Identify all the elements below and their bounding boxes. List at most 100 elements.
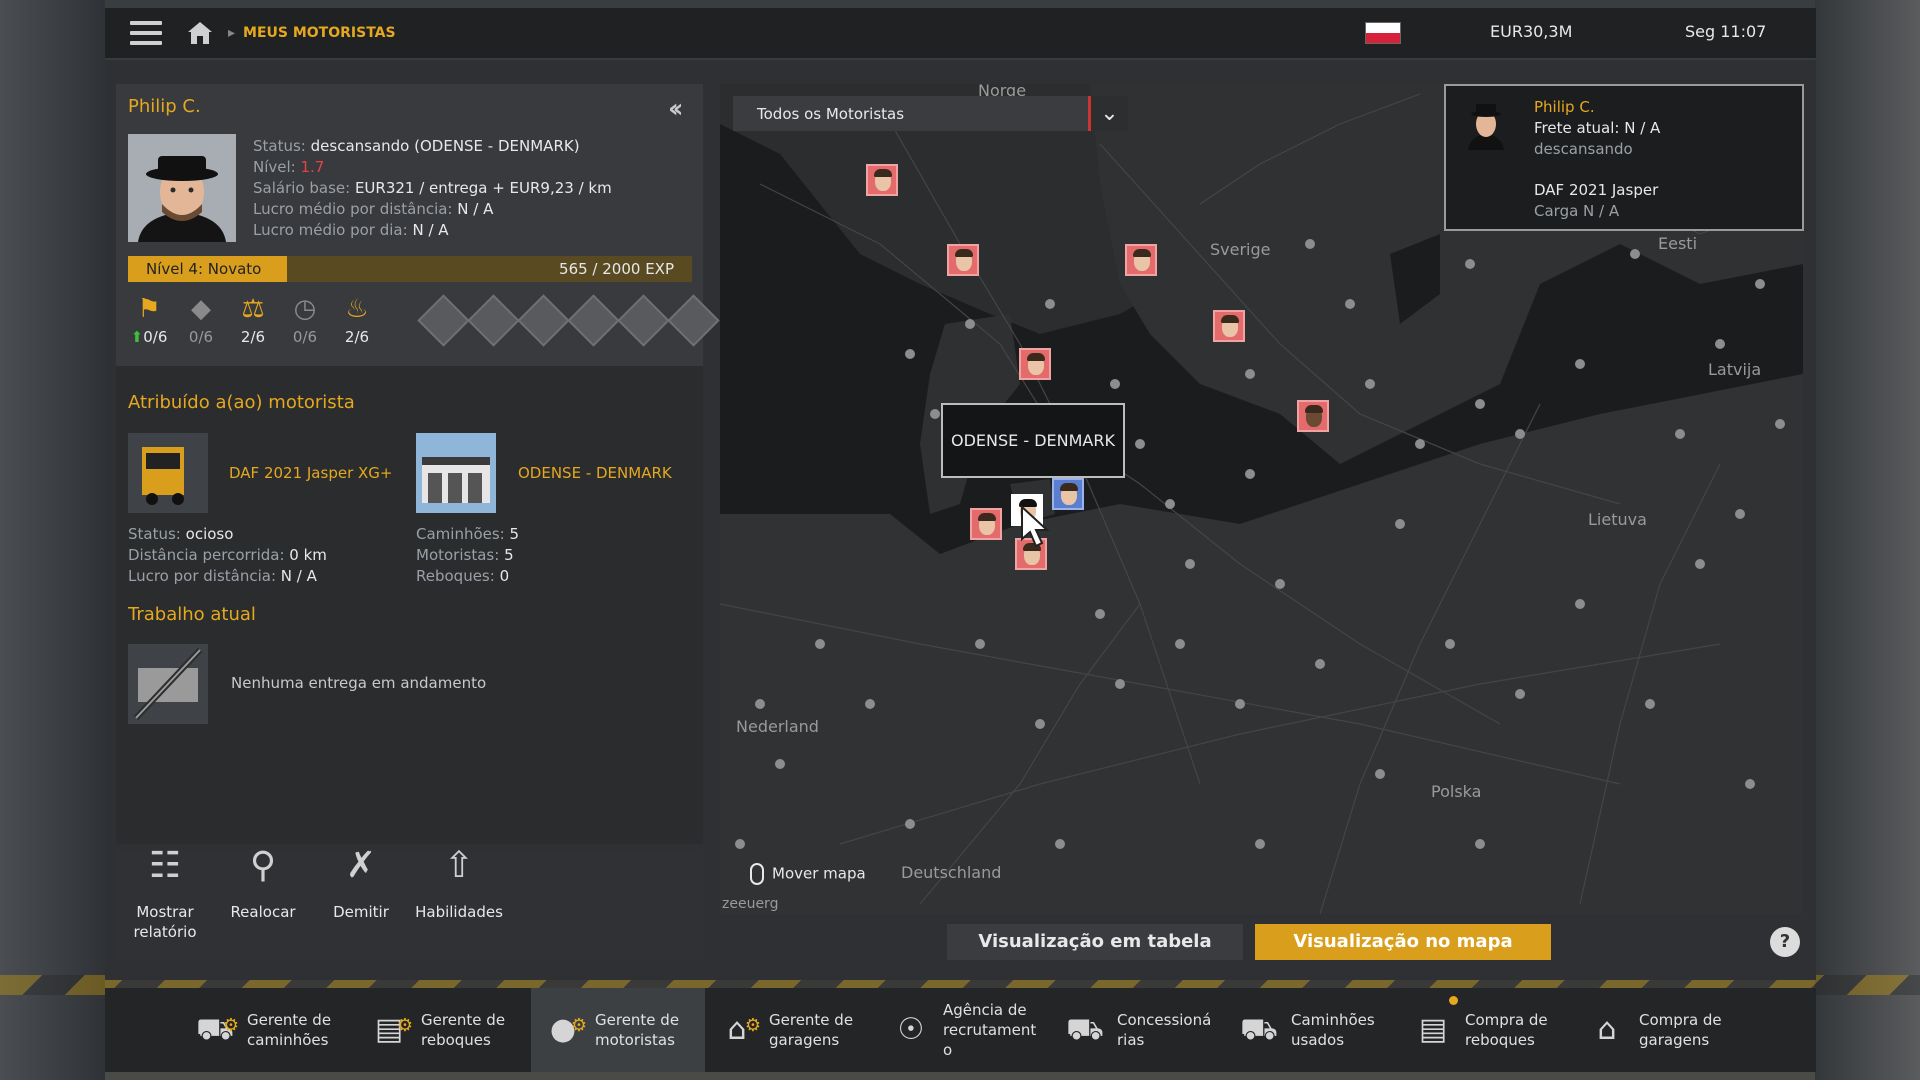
top-bar: ▸ MEUS MOTORISTAS EUR30,3M Seg 11:07 — [105, 8, 1816, 58]
fire-button[interactable]: ✗ Demitir — [312, 845, 410, 960]
badge-icon[interactable] — [617, 294, 670, 347]
mouse-cursor-icon — [1020, 504, 1054, 553]
badge-icon[interactable] — [667, 294, 720, 347]
breadcrumb-chevron-icon: ▸ — [228, 25, 236, 41]
collapse-panel-icon[interactable]: ‹‹ — [668, 94, 684, 124]
nav-driver-manager[interactable]: ● ⚙ Gerente de motoristas — [531, 988, 705, 1072]
nav-label: Compra de — [1465, 1011, 1548, 1029]
level-bar-label: Nível 4: Novato — [146, 260, 262, 278]
nav-garage-manager[interactable]: ⌂ ⚙ Gerente de garagens — [705, 988, 879, 1072]
exp-text: 565 / 2000 EXP — [559, 260, 674, 278]
driver-map-pin[interactable] — [1052, 478, 1084, 510]
truck-status-value: ocioso — [185, 525, 234, 543]
game-clock: Seg 11:07 — [1685, 22, 1767, 41]
valuable-cargo-skill-icon: ⚖ — [241, 294, 265, 324]
garage-thumbnail[interactable] — [416, 433, 496, 513]
assigned-garage-link[interactable]: ODENSE - DENMARK — [518, 464, 672, 482]
truck-profit-value: N / A — [280, 567, 317, 585]
status-label: Status: — [253, 137, 306, 155]
info-card-avatar — [1464, 98, 1508, 150]
avg-day-profit-value: N / A — [412, 221, 449, 239]
background-right — [1815, 0, 1920, 1080]
nav-label: motoristas — [595, 1031, 675, 1049]
driver-map-pin[interactable] — [1297, 400, 1329, 432]
nav-dealerships[interactable]: ⛟ Concessioná rias — [1053, 988, 1227, 1072]
driver-map-pin[interactable] — [866, 164, 898, 196]
garage-trailers-value: 0 — [499, 567, 510, 585]
nav-label: Caminhões — [1291, 1011, 1375, 1029]
map-view-button[interactable]: Visualização no mapa — [1255, 924, 1551, 960]
skill-urgent[interactable]: ◷ 0/6 — [284, 294, 326, 346]
relocate-button[interactable]: ⚲ Realocar — [214, 848, 312, 960]
skill-valuable[interactable]: ⚖ 2/6 — [232, 294, 274, 346]
nav-label: Gerente de — [595, 1011, 680, 1029]
nav-truck-manager[interactable]: ⛟ ⚙ Gerente de caminhões — [183, 988, 357, 1072]
skill-fuel[interactable]: ♨ 2/6 — [336, 294, 378, 346]
no-job-text: Nenhuma entrega em andamento — [231, 674, 487, 692]
driver-map-pin[interactable] — [970, 508, 1002, 540]
help-icon[interactable]: ? — [1770, 927, 1800, 957]
driver-actions: ☷ Mostrar relatório ⚲ Realocar ✗ Demitir ⇧ H… — [116, 845, 703, 960]
home-icon[interactable] — [186, 20, 214, 46]
badge-icon[interactable] — [467, 294, 520, 347]
driver-header: Philip C. ‹‹ Status: descansando (ODENSE… — [116, 84, 720, 366]
garage-manager-icon: ⌂ ⚙ — [727, 1012, 761, 1047]
skill-hazardous[interactable]: ◆ 0/6 — [180, 294, 222, 346]
country-label-sverige: Sverige — [1210, 240, 1271, 259]
skill-distance[interactable]: ⚑ ⬆0/6 — [128, 294, 170, 346]
nav-label: garagens — [769, 1031, 840, 1049]
garage-trucks-label: Caminhões: — [416, 525, 505, 543]
badge-icon[interactable] — [417, 294, 470, 347]
driver-map-pin[interactable] — [1213, 310, 1245, 342]
driver-map-pin[interactable] — [1019, 348, 1051, 380]
driver-detail-panel: Philip C. ‹‹ Status: descansando (ODENSE… — [116, 84, 720, 844]
avg-distance-profit-value: N / A — [457, 200, 494, 218]
salary-label: Salário base: — [253, 179, 351, 197]
garage-drivers-value: 5 — [504, 546, 514, 564]
action-label: Habilidades — [415, 903, 503, 921]
nav-label: Gerente de — [421, 1011, 506, 1029]
garage-stats: Caminhões: 5 Motoristas: 5 Reboques: 0 — [416, 524, 519, 587]
nav-recruitment-agency[interactable]: ☉ Agência de recrutament o — [879, 988, 1053, 1072]
trailer-manager-icon: ▤ ⚙ — [374, 1012, 413, 1047]
skill-value: 0/6 — [143, 328, 168, 346]
nav-label: Concessioná — [1117, 1011, 1212, 1029]
country-label-deutschland: Deutschland — [901, 863, 1002, 882]
info-card-name: Philip C. — [1534, 98, 1595, 116]
recruitment-agency-icon: ☉ — [897, 1012, 925, 1047]
table-view-button[interactable]: Visualização em tabela — [947, 924, 1243, 960]
info-card-cargo: Carga N / A — [1534, 202, 1620, 220]
show-report-button[interactable]: ☷ Mostrar relatório — [116, 848, 214, 960]
nav-buy-trailers[interactable]: ▤ Compra de reboques — [1401, 988, 1575, 1072]
nav-label: recrutament — [943, 1021, 1037, 1039]
country-label-latvija: Latvija — [1708, 360, 1762, 379]
dealership-icon: ⛟ — [1066, 1012, 1104, 1047]
nav-label: Gerente de — [769, 1011, 854, 1029]
badge-icon[interactable] — [517, 294, 570, 347]
nav-label: usados — [1291, 1031, 1345, 1049]
driver-map-pin[interactable] — [1125, 244, 1157, 276]
skills-button[interactable]: ⇧ Habilidades — [410, 848, 508, 960]
driver-filter-dropdown[interactable]: Todos os Motoristas ⌄ — [733, 96, 1128, 131]
nav-trailer-manager[interactable]: ▤ ⚙ Gerente de reboques — [357, 988, 531, 1072]
breadcrumb-current[interactable]: MEUS MOTORISTAS — [243, 25, 396, 41]
fire-driver-icon: ✗ — [345, 845, 377, 886]
chevron-down-icon[interactable]: ⌄ — [1088, 96, 1128, 131]
truck-thumbnail[interactable] — [128, 433, 208, 513]
driver-map-pin[interactable] — [947, 244, 979, 276]
action-label: Mostrar relatório — [133, 903, 197, 941]
country-label-eesti: Eesti — [1658, 234, 1698, 253]
garage-trailers-label: Reboques: — [416, 567, 495, 585]
assigned-truck-link[interactable]: DAF 2021 Jasper XG+ — [229, 464, 392, 482]
distance-skill-icon: ⚑ — [137, 294, 161, 324]
nav-buy-garages[interactable]: ⌂ Compra de garagens — [1575, 988, 1749, 1072]
garage-drivers-label: Motoristas: — [416, 546, 500, 564]
move-map-hint: Mover mapa — [750, 863, 866, 885]
nav-used-trucks[interactable]: ⛟ Caminhões usados — [1227, 988, 1401, 1072]
menu-icon[interactable] — [130, 21, 162, 45]
badge-icon[interactable] — [567, 294, 620, 347]
truck-manager-icon: ⛟ ⚙ — [196, 1012, 239, 1047]
skill-value: 2/6 — [344, 328, 370, 346]
info-card-job: Frete atual: N / A — [1534, 119, 1661, 137]
info-card-state: descansando — [1534, 140, 1633, 158]
